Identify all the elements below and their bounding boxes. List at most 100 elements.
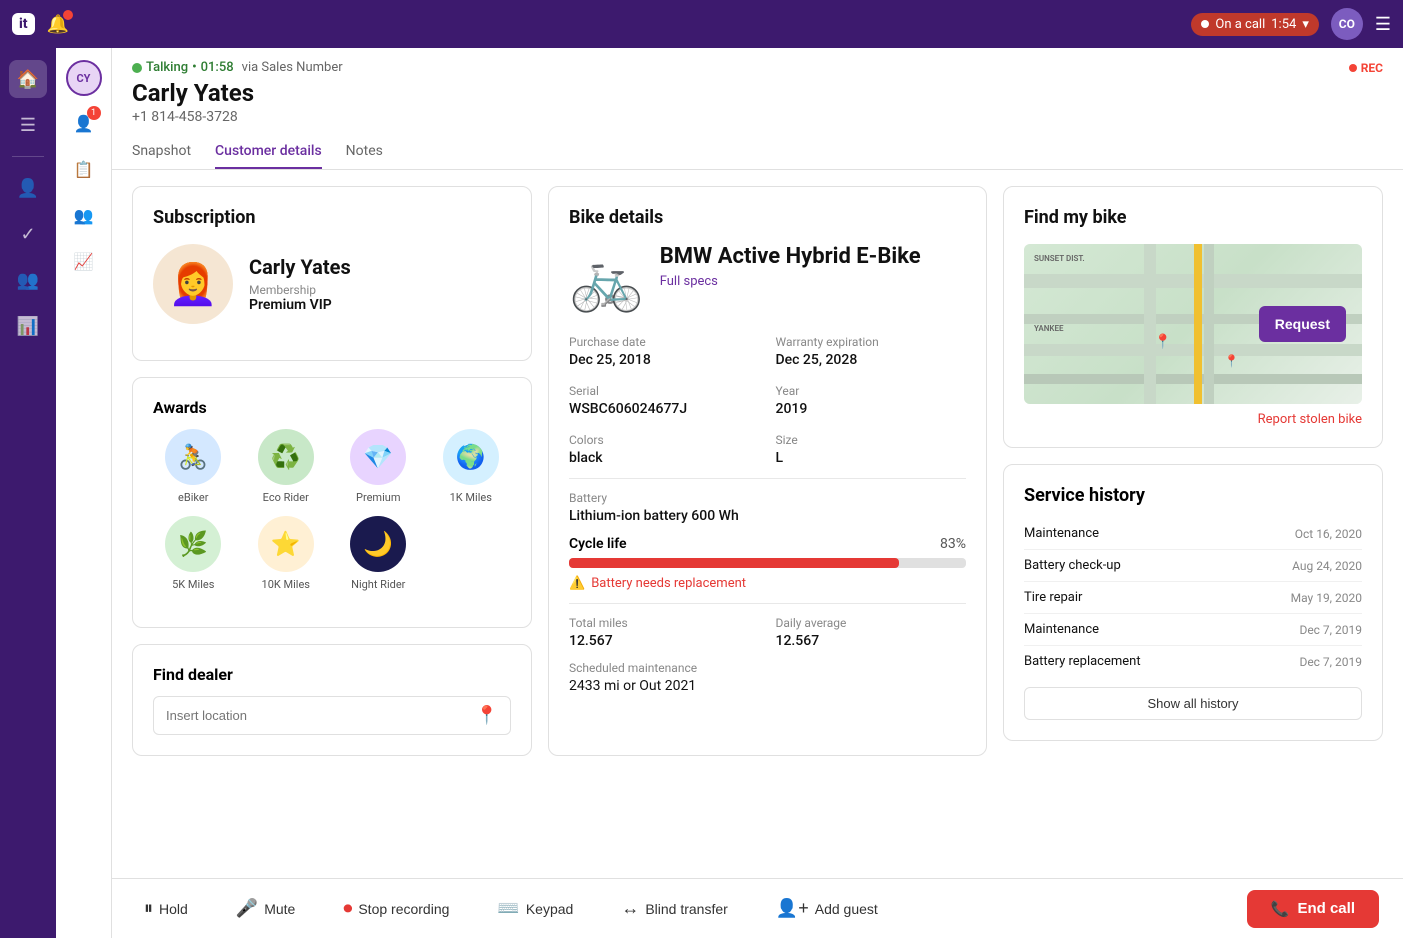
colors-value: black: [569, 450, 760, 466]
cycle-life-pct: 83%: [940, 536, 966, 552]
subscription-card: Subscription 👩‍🦰 Carly Yates Membership …: [132, 186, 532, 361]
show-all-history-button[interactable]: Show all history: [1024, 687, 1362, 720]
serial-value: WSBC606024677J: [569, 401, 760, 417]
bike-image: 🚲: [569, 244, 644, 315]
award-badge-5k-miles: 🌿: [165, 516, 221, 572]
call-separator: •: [192, 60, 197, 75]
sidebar-item-list[interactable]: ☰: [9, 106, 47, 144]
subscription-profile: 👩‍🦰 Carly Yates Membership Premium VIP: [153, 244, 511, 324]
add-guest-icon: 👤+: [776, 898, 809, 919]
colors-label: Colors: [569, 433, 760, 447]
left-column: Subscription 👩‍🦰 Carly Yates Membership …: [132, 186, 532, 756]
keypad-button[interactable]: ⌨️ Keypad: [489, 892, 581, 925]
sidebar-inner-person[interactable]: 👤 1: [65, 104, 103, 142]
service-date-2: May 19, 2020: [1291, 591, 1362, 605]
award-badge-10k-miles: ⭐: [258, 516, 314, 572]
map-container: SUNSET DIST. YANKEE 📍 📍 Request: [1024, 244, 1362, 404]
award-label-10k-miles: 10K Miles: [262, 578, 310, 591]
battery-label: Battery: [569, 491, 966, 505]
service-type-2: Tire repair: [1024, 590, 1082, 605]
blind-transfer-button[interactable]: ↔ Blind transfer: [613, 892, 735, 925]
app-logo[interactable]: it: [12, 13, 35, 35]
tab-customer-details[interactable]: Customer details: [215, 135, 322, 169]
call-active-dot: [132, 63, 142, 73]
end-call-phone-icon: 📞: [1271, 900, 1290, 918]
sidebar-inner-contacts[interactable]: 👥: [65, 196, 103, 234]
battery-value: Lithium-ion battery 600 Wh: [569, 508, 966, 524]
map-road-v1: [1144, 244, 1156, 404]
add-guest-label: Add guest: [815, 901, 878, 917]
call-status-dot: [1201, 20, 1209, 28]
cycle-life-label: Cycle life: [569, 536, 627, 552]
find-dealer-card: Find dealer 📍: [132, 644, 532, 756]
notifications-icon[interactable]: 🔔: [47, 14, 69, 35]
year-detail: Year 2019: [776, 384, 967, 417]
daily-avg-value: 12.567: [776, 633, 967, 649]
tab-snapshot[interactable]: Snapshot: [132, 135, 191, 169]
notification-badge: [63, 10, 73, 20]
keypad-icon: ⌨️: [497, 898, 519, 919]
sidebar-inner-tasks[interactable]: 📋: [65, 150, 103, 188]
serial-detail: Serial WSBC606024677J: [569, 384, 760, 417]
contact-avatar-cy[interactable]: CY: [66, 60, 102, 96]
find-dealer-input-wrap[interactable]: 📍: [153, 696, 511, 735]
hamburger-menu-icon[interactable]: ☰: [1375, 14, 1391, 35]
bike-specs-link[interactable]: Full specs: [660, 274, 921, 289]
sidebar-item-tasks[interactable]: ✓: [9, 215, 47, 253]
sidebar-item-home[interactable]: 🏠: [9, 60, 47, 98]
award-item-premium: 💎 Premium: [338, 429, 419, 504]
sidebar-inner-analytics[interactable]: 📈: [65, 242, 103, 280]
service-type-4: Battery replacement: [1024, 654, 1141, 669]
award-item-ebiker: 🚴 eBiker: [153, 429, 234, 504]
call-toolbar: ⏸ Hold 🎤 Mute ⏺ Stop recording ⌨️ Keypad…: [112, 878, 1403, 938]
end-call-label: End call: [1297, 900, 1355, 917]
bike-model: BMW Active Hybrid E-Bike: [660, 244, 921, 270]
mute-label: Mute: [264, 901, 295, 917]
add-guest-button[interactable]: 👤+ Add guest: [768, 892, 886, 925]
serial-label: Serial: [569, 384, 760, 398]
awards-grid: 🚴 eBiker ♻️ Eco Rider 💎 Premium 🌍 1K Mil…: [153, 429, 511, 591]
service-row-0: Maintenance Oct 16, 2020: [1024, 518, 1362, 550]
find-my-bike-card: Find my bike SUNSET DIST.: [1003, 186, 1383, 448]
stop-recording-button[interactable]: ⏺ Stop recording: [335, 892, 457, 925]
blind-transfer-icon: ↔: [621, 898, 639, 919]
profile-name: Carly Yates: [249, 255, 351, 279]
award-badge-1k-miles: 🌍: [443, 429, 499, 485]
awards-card: Awards 🚴 eBiker ♻️ Eco Rider 💎 Premium: [132, 377, 532, 628]
award-label-eco-rider: Eco Rider: [263, 491, 309, 504]
request-button[interactable]: Request: [1259, 306, 1346, 342]
purchase-date-label: Purchase date: [569, 335, 760, 349]
award-label-night-rider: Night Rider: [351, 578, 405, 591]
bike-details-title: Bike details: [569, 207, 966, 228]
sidebar-item-analytics[interactable]: 📊: [9, 307, 47, 345]
map-pin-2: 📍: [1224, 354, 1239, 368]
mute-button[interactable]: 🎤 Mute: [228, 892, 304, 925]
find-dealer-input[interactable]: [166, 708, 468, 723]
size-value: L: [776, 450, 967, 466]
total-miles-detail: Total miles 12.567: [569, 616, 760, 649]
miles-grid: Total miles 12.567 Daily average 12.567: [569, 616, 966, 649]
award-badge-ebiker: 🚴: [165, 429, 221, 485]
service-history-card: Service history Maintenance Oct 16, 2020…: [1003, 464, 1383, 741]
hold-button[interactable]: ⏸ Hold: [136, 892, 196, 925]
map-label-2: YANKEE: [1034, 324, 1064, 333]
map-road-1: [1024, 274, 1362, 288]
nav-left: it 🔔: [12, 13, 69, 35]
on-call-label: On a call: [1215, 17, 1265, 32]
on-call-pill[interactable]: On a call 1:54 ▾: [1191, 13, 1318, 36]
call-status-text: Talking: [146, 60, 188, 75]
call-timer: 1:54: [1271, 17, 1296, 32]
stop-recording-label: Stop recording: [358, 901, 449, 917]
sidebar-item-users[interactable]: 👥: [9, 261, 47, 299]
map-label-1: SUNSET DIST.: [1034, 254, 1085, 263]
purchase-date-value: Dec 25, 2018: [569, 352, 760, 368]
main-content: Talking • 01:58 via Sales Number REC Car…: [112, 48, 1403, 878]
user-avatar[interactable]: CO: [1331, 8, 1363, 40]
report-stolen-link[interactable]: Report stolen bike: [1024, 412, 1362, 427]
bike-model-info: BMW Active Hybrid E-Bike Full specs: [660, 244, 921, 289]
sidebar-item-contacts[interactable]: 👤: [9, 169, 47, 207]
bike-header: 🚲 BMW Active Hybrid E-Bike Full specs: [569, 244, 966, 315]
tab-notes[interactable]: Notes: [346, 135, 383, 169]
daily-avg-label: Daily average: [776, 616, 967, 630]
end-call-button[interactable]: 📞 End call: [1247, 890, 1379, 928]
